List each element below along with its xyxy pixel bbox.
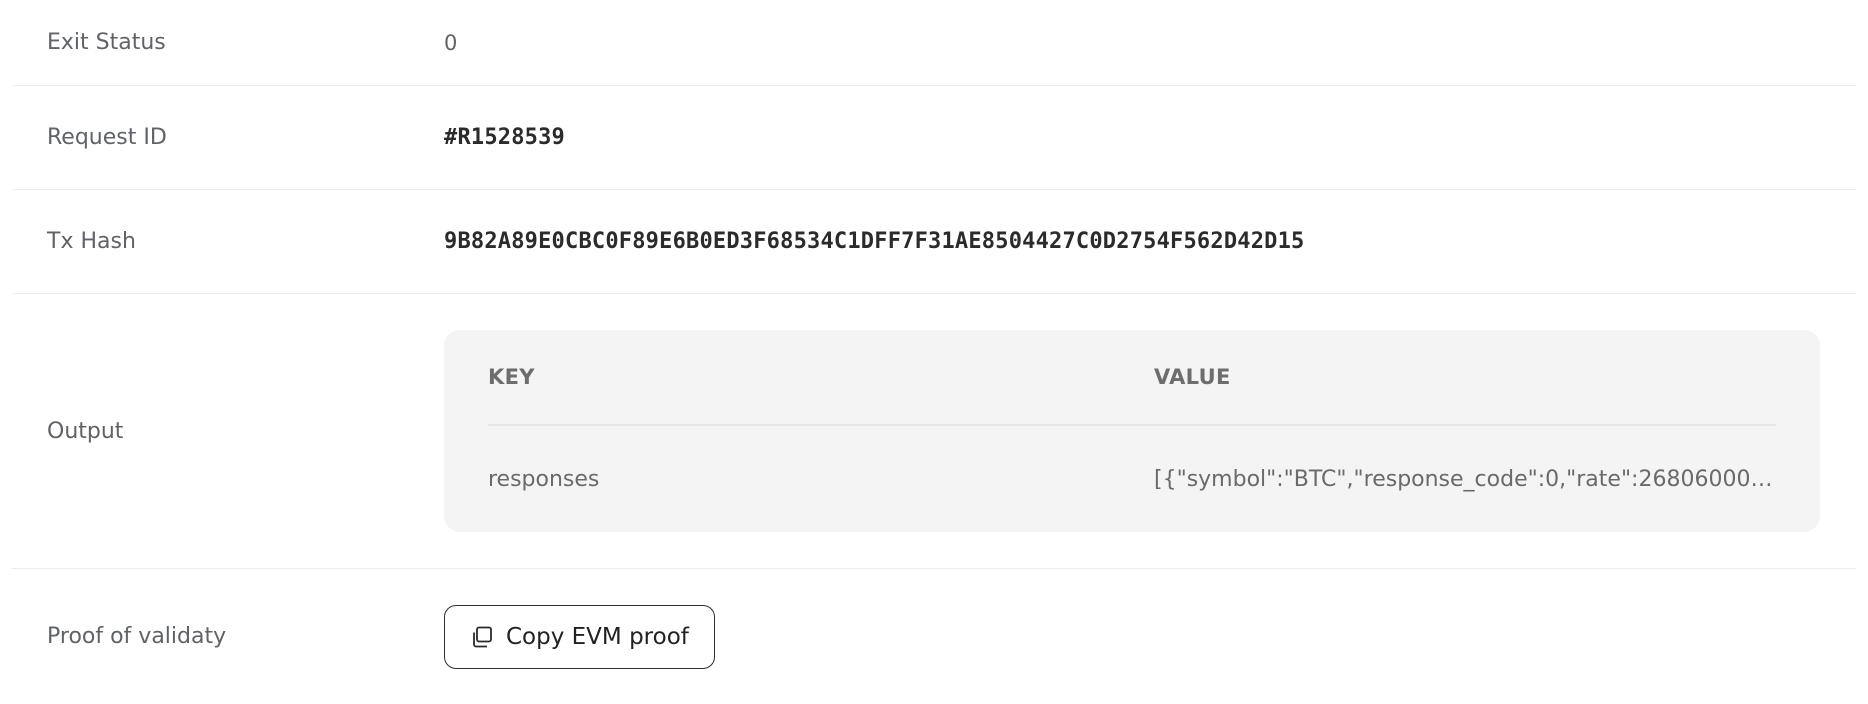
exit-status-label: Exit Status xyxy=(47,30,166,55)
proof-action: Copy EVM proof xyxy=(444,604,1856,669)
output-container: KEY VALUE responses [{"symbol":"BTC","re… xyxy=(444,330,1856,532)
request-id-value: #R1528539 xyxy=(444,125,566,150)
tx-hash-label: Tx Hash xyxy=(47,229,136,254)
output-row: Output KEY VALUE responses [{"symbol":"B… xyxy=(12,294,1856,569)
output-entry-key: responses xyxy=(488,466,600,492)
output-table: KEY VALUE responses [{"symbol":"BTC","re… xyxy=(444,330,1820,532)
proof-label: Proof of validaty xyxy=(47,624,227,649)
output-table-header: KEY VALUE xyxy=(488,330,1776,426)
proof-row: Proof of validaty Copy EVM proof xyxy=(12,569,1856,704)
output-value-header: VALUE xyxy=(1154,365,1231,389)
tx-hash-value: 9B82A89E0CBC0F89E6B0ED3F68534C1DFF7F31AE… xyxy=(444,229,1305,254)
request-id-label: Request ID xyxy=(47,125,167,150)
request-details: Exit Status 0 Request ID #R1528539 Tx Ha… xyxy=(12,0,1856,704)
output-key-header: KEY xyxy=(488,365,535,389)
copy-evm-proof-label: Copy EVM proof xyxy=(506,623,689,650)
copy-icon xyxy=(470,625,494,649)
request-id-row: Request ID #R1528539 xyxy=(12,86,1856,190)
copy-evm-proof-button[interactable]: Copy EVM proof xyxy=(444,604,715,669)
output-entry-value: [{"symbol":"BTC","response_code":0,"rate… xyxy=(1154,466,1776,492)
tx-hash-row: Tx Hash 9B82A89E0CBC0F89E6B0ED3F68534C1D… xyxy=(12,190,1856,294)
table-row: responses [{"symbol":"BTC","response_cod… xyxy=(488,426,1776,532)
exit-status-value: 0 xyxy=(444,30,458,55)
output-label: Output xyxy=(47,418,124,444)
exit-status-row: Exit Status 0 xyxy=(12,0,1856,86)
